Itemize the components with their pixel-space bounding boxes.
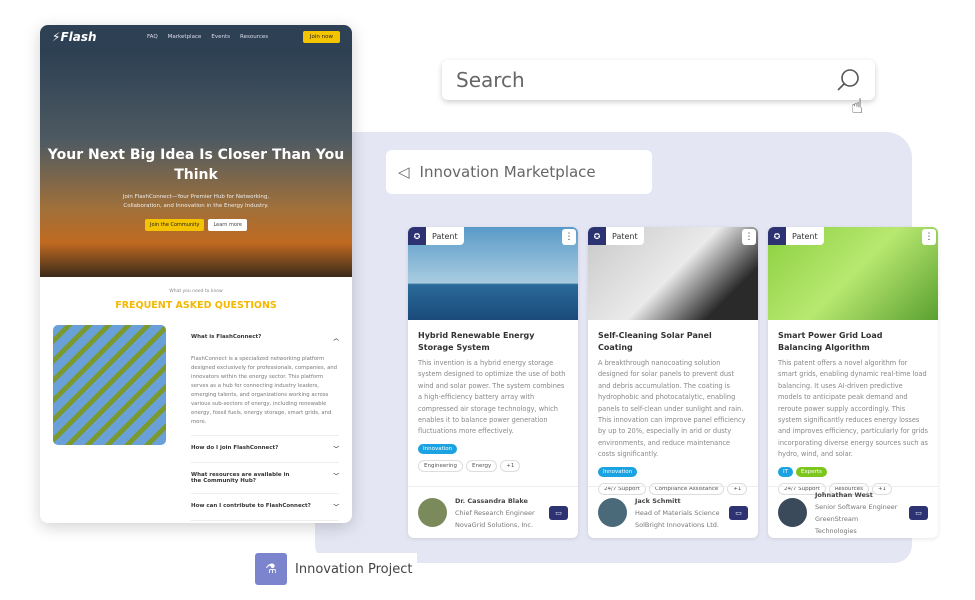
learn-more-button[interactable]: Learn more (208, 219, 247, 231)
patent-card[interactable]: ✪ Patent ⋮ Smart Power Grid Load Balancin… (768, 227, 938, 538)
join-now-button[interactable]: Join now (302, 31, 340, 43)
more-options-icon[interactable]: ⋮ (742, 229, 756, 245)
tag: +1 (500, 459, 521, 472)
faq-answer: FlashConnect is a specialized networking… (191, 351, 339, 436)
faq-item[interactable]: What is FlashConnect? ︿ (191, 325, 339, 351)
faq-item[interactable]: What resources are available in the Comm… (191, 463, 339, 494)
more-options-icon[interactable]: ⋮ (922, 229, 936, 245)
nav-faq[interactable]: FAQ (147, 34, 158, 40)
hand-cursor-icon: ☝ (851, 94, 864, 118)
nav-events[interactable]: Events (211, 34, 230, 40)
avatar (778, 498, 807, 527)
more-options-icon[interactable]: ⋮ (562, 229, 576, 245)
tag: Energy (466, 459, 498, 472)
award-icon: ✪ (768, 227, 786, 245)
card-title[interactable]: Self-Cleaning Solar Panel Coating (598, 330, 748, 354)
site-nav: ⚡Flash FAQ Marketplace Events Resources … (40, 25, 352, 49)
hero-text: Join FlashConnect—Your Premier Hub for N… (122, 194, 270, 209)
faq-kicker: What you need to know (169, 289, 223, 294)
tag: Innovation (418, 443, 458, 454)
hero: Your Next Big Idea Is Closer Than You Th… (40, 49, 352, 277)
innovation-project-label: ⚗ Innovation Project (255, 553, 417, 585)
tag: Experts (795, 466, 827, 477)
hero-title: Your Next Big Idea Is Closer Than You Th… (47, 147, 345, 183)
chevron-down-icon: ﹀ (333, 447, 339, 453)
tag: IT (778, 466, 793, 477)
smart-city-image: ✪ Patent ⋮ (768, 227, 938, 320)
nav-resources[interactable]: Resources (240, 34, 268, 40)
message-icon[interactable]: ▭ (729, 505, 748, 520)
avatar (418, 498, 447, 527)
award-icon: ✪ (588, 227, 606, 245)
message-icon[interactable]: ▭ (549, 505, 568, 520)
marketplace-header: ◁ Innovation Marketplace (386, 150, 652, 194)
award-icon: ✪ (408, 227, 426, 245)
logo[interactable]: ⚡Flash (52, 30, 147, 44)
faq-title: FREQUENT ASKED QUESTIONS (115, 300, 277, 311)
flask-icon: ⚗ (255, 553, 287, 585)
patent-card[interactable]: ✪ Patent ⋮ Hybrid Renewable Energy Storag… (408, 227, 578, 538)
nav-marketplace[interactable]: Marketplace (168, 34, 202, 40)
megaphone-icon: ◁ (398, 163, 410, 181)
search-icon[interactable] (835, 67, 861, 93)
tag: Engineering (418, 459, 463, 472)
card-description: A breakthrough nanocoating solution desi… (598, 359, 746, 459)
search-input[interactable]: Search (442, 60, 875, 100)
patent-card[interactable]: ✪ Patent ⋮ Self-Cleaning Solar Panel Coat… (588, 227, 758, 538)
card-description: This patent offers a novel algorithm for… (778, 359, 928, 459)
faq-item[interactable]: How can I contribute to FlashConnect? ﹀ (191, 494, 339, 521)
wind-turbine-image: ✪ Patent ⋮ (408, 227, 578, 320)
chevron-up-icon: ︿ (333, 336, 339, 342)
documents-image: ✪ Patent ⋮ (588, 227, 758, 320)
join-community-button[interactable]: Join the Community (145, 219, 205, 231)
card-title[interactable]: Hybrid Renewable Energy Storage System (418, 330, 568, 354)
card-description: This invention is a hybrid energy storag… (418, 359, 566, 436)
author-name: Johnathan West (815, 490, 873, 499)
chevron-down-icon: ﹀ (333, 474, 339, 480)
chevron-down-icon: ﹀ (333, 505, 339, 511)
faq-section: What you need to know FREQUENT ASKED QUE… (40, 277, 352, 521)
author-name: Dr. Cassandra Blake (455, 496, 528, 505)
faq-item[interactable]: How do I join FlashConnect? ﹀ (191, 436, 339, 463)
solar-farm-image (53, 325, 166, 445)
message-icon[interactable]: ▭ (909, 505, 928, 520)
author-name: Jack Schmitt (635, 496, 681, 505)
card-title[interactable]: Smart Power Grid Load Balancing Algorith… (778, 330, 928, 354)
avatar (598, 498, 627, 527)
website-preview: ⚡Flash FAQ Marketplace Events Resources … (40, 25, 352, 523)
tag: Innovation (598, 466, 638, 477)
